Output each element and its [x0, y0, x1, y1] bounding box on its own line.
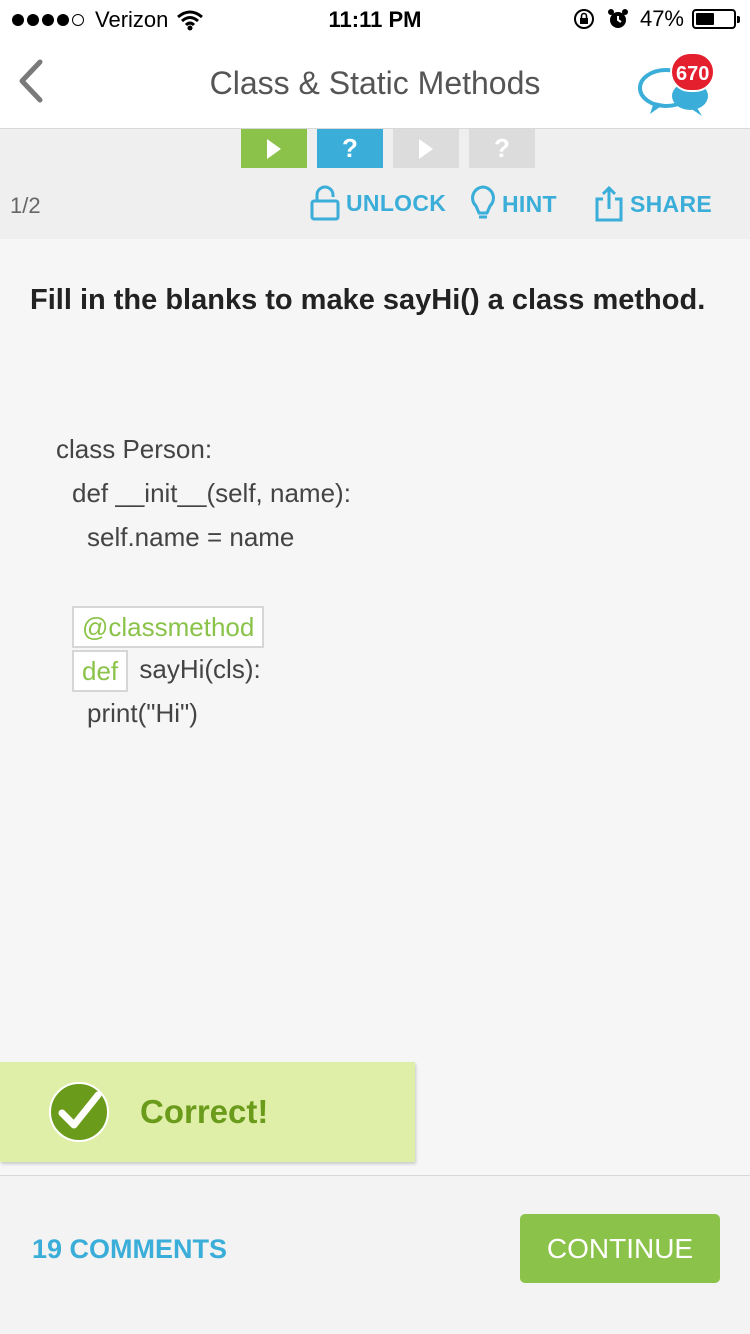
question-content: Fill in the blanks to make sayHi() a cla… [0, 239, 750, 1175]
share-label: SHARE [630, 190, 713, 217]
share-icon [595, 185, 623, 222]
share-button[interactable]: SHARE [594, 185, 712, 223]
blank-input[interactable]: def [72, 650, 129, 693]
step-lesson-1[interactable] [241, 129, 307, 168]
checkmark-icon [49, 1082, 109, 1142]
code-text: sayHi(cls): [132, 654, 261, 684]
play-icon [419, 138, 433, 159]
lesson-toolbar: ? ? 1/2 UNLOCK HINT SHARE [0, 129, 750, 239]
question-icon: ? [494, 133, 510, 163]
code-line: def __init__(self, name): [72, 478, 351, 508]
question-counter: 1/2 [10, 193, 41, 218]
correct-banner: Correct! [0, 1062, 415, 1162]
lightbulb-icon [471, 185, 495, 219]
code-line: class Person: [56, 434, 213, 464]
hint-button[interactable]: HINT [470, 185, 557, 223]
alarm-icon [607, 9, 628, 28]
continue-button[interactable]: CONTINUE [520, 1214, 720, 1283]
battery-percent: 47% [639, 6, 684, 31]
comments-link[interactable]: 19 COMMENTS [32, 1234, 227, 1265]
code-line: def sayHi(cls): [72, 647, 261, 693]
nav-bar: Class & Static Methods 670 [0, 40, 750, 129]
code-line: print("Hi") [87, 698, 198, 728]
step-quiz-2[interactable]: ? [469, 129, 535, 168]
chat-button[interactable]: 670 [632, 44, 722, 122]
blank-input[interactable]: @classmethod [72, 606, 265, 649]
correct-text: Correct! [140, 1093, 269, 1130]
status-right: 47% [572, 6, 740, 32]
question-text: Fill in the blanks to make sayHi() a cla… [30, 284, 706, 316]
step-quiz-1[interactable]: ? [317, 129, 383, 168]
chat-badge: 670 [670, 52, 716, 92]
question-icon: ? [342, 133, 358, 163]
padlock-icon [310, 185, 340, 221]
rotation-lock-icon [573, 9, 594, 29]
code-line: self.name = name [87, 522, 295, 552]
progress-steps: ? ? [241, 129, 545, 168]
unlock-label: UNLOCK [346, 189, 447, 216]
bottom-bar: 19 COMMENTS CONTINUE [0, 1175, 750, 1334]
play-icon [267, 138, 281, 159]
lesson-screen: Verizon 11:11 PM 47% Class & Static Meth… [0, 0, 750, 1334]
unlock-button[interactable]: UNLOCK [310, 185, 446, 221]
battery-icon [692, 9, 740, 29]
status-bar: Verizon 11:11 PM 47% [0, 0, 750, 40]
step-lesson-2[interactable] [393, 129, 459, 168]
code-line: @classmethod [72, 603, 265, 649]
hint-label: HINT [502, 190, 557, 217]
